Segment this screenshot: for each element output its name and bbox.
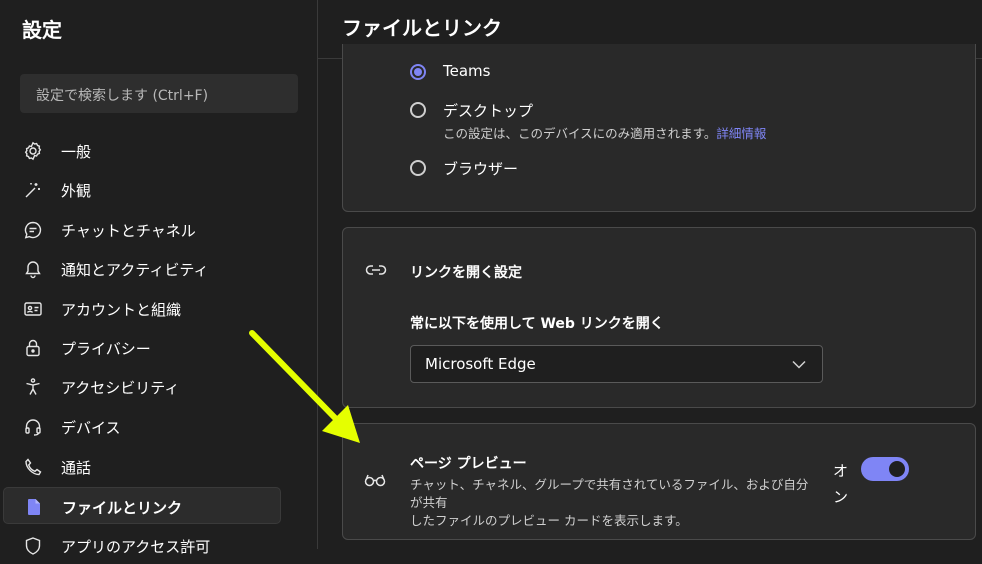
sidebar-item-label: アカウントと組織 <box>61 301 182 319</box>
sidebar-item-notifications[interactable]: 通知とアクティビティ <box>3 250 281 287</box>
search-placeholder: 設定で検索します (Ctrl+F) <box>36 88 209 104</box>
toggle-knob <box>889 461 905 477</box>
radio-button[interactable] <box>410 64 426 80</box>
headset-icon <box>25 419 41 436</box>
link-settings-title: リンクを開く設定 <box>410 265 522 281</box>
file-icon <box>28 499 40 515</box>
sidebar-item-label: 通知とアクティビティ <box>61 261 209 279</box>
radio-option-label: デスクトップ <box>443 102 534 120</box>
dropdown-selected-value: Microsoft Edge <box>425 355 536 373</box>
sidebar-item-label: デバイス <box>61 419 121 437</box>
sidebar-item-appearance[interactable]: 外観 <box>3 171 281 208</box>
page-preview-toggle[interactable] <box>861 457 909 481</box>
lock-icon <box>26 339 40 357</box>
phone-icon <box>25 458 42 476</box>
radio-option-label: Teams <box>443 62 491 80</box>
radio-option-desktop[interactable]: デスクトップ この設定は、このデバイスにのみ適用されます。詳細情報 <box>410 102 830 142</box>
page-preview-description-line: したファイルのプレビュー カードを表示します。 <box>410 513 688 528</box>
sidebar-item-label: 一般 <box>61 143 92 161</box>
sidebar-item-app-permissions[interactable]: アプリのアクセス許可 <box>3 527 281 564</box>
radio-option-browser[interactable]: ブラウザー <box>410 160 830 180</box>
bell-icon <box>25 261 41 279</box>
toggle-state-char: オ <box>833 462 849 480</box>
page-title: ファイルとリンク <box>342 16 502 40</box>
sidebar-item-label: アクセシビリティ <box>61 379 180 397</box>
sidebar-item-label: ファイルとリンク <box>62 499 183 517</box>
radio-button[interactable] <box>410 160 426 176</box>
radio-option-teams[interactable]: Teams <box>410 62 830 84</box>
gear-icon <box>24 141 42 161</box>
sidebar-item-label: 外観 <box>61 182 92 200</box>
link-settings-prompt: 常に以下を使用して Web リンクを開く <box>410 316 664 332</box>
shield-icon <box>25 537 41 555</box>
link-icon <box>365 265 387 275</box>
annotation-arrow-icon <box>249 330 360 443</box>
sidebar-item-files-and-links[interactable]: ファイルとリンク <box>3 487 281 524</box>
sidebar-item-general[interactable]: 一般 <box>3 132 281 169</box>
radio-button[interactable] <box>410 102 426 118</box>
settings-search-input[interactable]: 設定で検索します (Ctrl+F) <box>20 74 298 113</box>
device-only-note: この設定は、このデバイスにのみ適用されます。 <box>443 126 717 141</box>
toggle-state-char: ン <box>833 488 849 506</box>
chat-bubble-icon <box>24 221 42 239</box>
radio-option-subtext: この設定は、このデバイスにのみ適用されます。詳細情報 <box>443 123 766 142</box>
toggle-state-label: オ ン <box>833 458 848 510</box>
sidebar-item-label: アプリのアクセス許可 <box>61 538 211 556</box>
sidebar-title: 設定 <box>22 18 62 42</box>
chevron-down-icon <box>792 360 806 369</box>
browser-dropdown[interactable]: Microsoft Edge <box>410 345 823 383</box>
sidebar-item-label: プライバシー <box>61 340 151 358</box>
sidebar-item-label: 通話 <box>61 459 92 477</box>
learn-more-link[interactable]: 詳細情報 <box>716 126 766 141</box>
magic-wand-icon <box>25 183 40 198</box>
page-preview-description: チャット、チャネル、グループで共有されているファイル、および自分が共有 したファ… <box>410 476 820 530</box>
sidebar-divider <box>317 0 318 549</box>
sidebar-item-account[interactable]: アカウントと組織 <box>3 290 281 327</box>
sidebar-item-chat[interactable]: チャットとチャネル <box>3 211 281 248</box>
id-card-icon <box>24 302 42 316</box>
sidebar-item-label: チャットとチャネル <box>61 222 196 240</box>
accessibility-icon <box>26 378 40 395</box>
glasses-icon <box>364 474 386 487</box>
radio-option-label: ブラウザー <box>443 160 519 178</box>
sidebar-item-calls[interactable]: 通話 <box>3 448 281 485</box>
page-preview-title: ページ プレビュー <box>410 456 527 472</box>
page-preview-description-line: チャット、チャネル、グループで共有されているファイル、および自分が共有 <box>410 477 809 510</box>
